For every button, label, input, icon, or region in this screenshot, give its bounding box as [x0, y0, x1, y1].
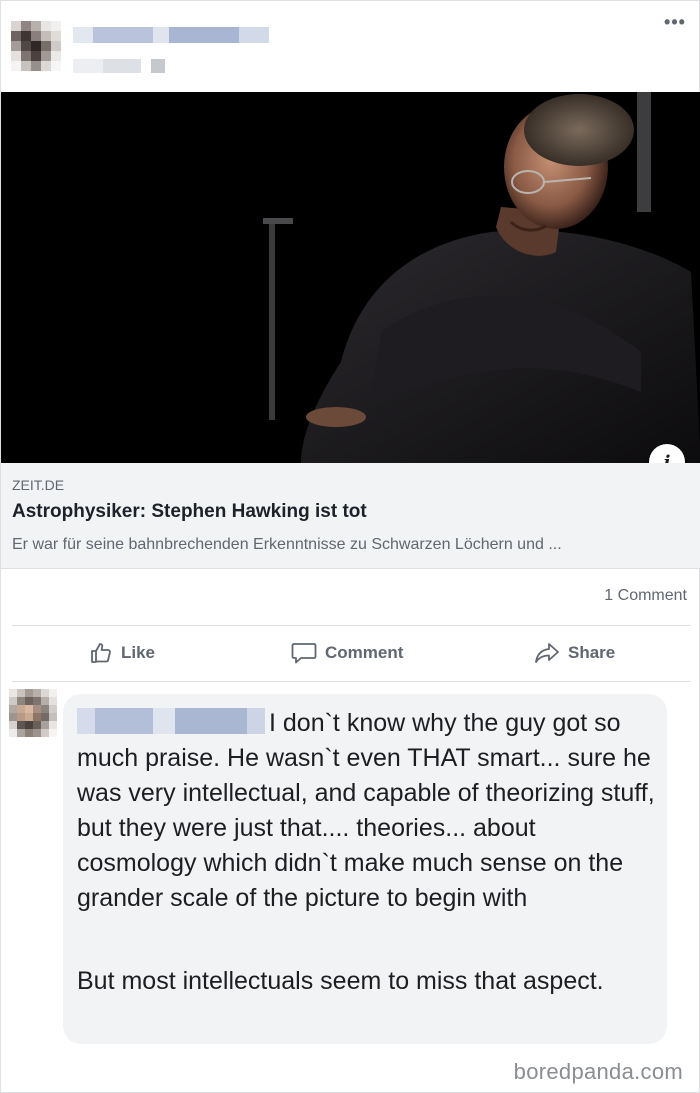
share-arrow-icon [535, 643, 559, 663]
thumbs-up-icon [91, 643, 111, 663]
post-timestamp-pixelated [73, 59, 173, 73]
watermark: boredpanda.com [513, 1059, 683, 1084]
link-preview[interactable]: ZEIT.DE Astrophysiker: Stephen Hawking i… [1, 463, 700, 569]
comment-bubble: I don`t know why the guy got so much pra… [63, 694, 667, 1044]
comment-button[interactable]: Comment [291, 633, 403, 673]
post-header: ••• [1, 1, 700, 91]
post-action-bar: Like Comment Share [1, 633, 700, 673]
like-label: Like [121, 643, 156, 662]
divider [12, 625, 690, 626]
comment-text: I don`t know why the guy got so much pra… [77, 709, 655, 912]
like-button[interactable]: Like [89, 633, 155, 673]
comment-label: Comment [325, 643, 404, 662]
comment-text-second-paragraph: But most intellectuals seem to miss that… [77, 967, 604, 995]
post-link-image[interactable] [1, 92, 700, 463]
commenter-avatar-pixelated[interactable] [9, 689, 57, 739]
divider [12, 681, 690, 682]
speech-bubble-icon [291, 643, 317, 664]
share-label: Share [568, 643, 616, 662]
portrait-photo [1, 92, 700, 463]
author-avatar-pixelated[interactable] [11, 21, 65, 75]
more-options-button[interactable]: ••• [661, 13, 689, 35]
link-domain: ZEIT.DE [12, 477, 65, 493]
author-name-pixelated[interactable] [73, 27, 269, 43]
post-card: ••• i ZEIT.DE Astrophysiker: Stephen Haw… [0, 0, 700, 1093]
link-description: Er war für seine bahnbrechenden Erkenntn… [12, 536, 562, 553]
link-title[interactable]: Astrophysiker: Stephen Hawking ist tot [12, 501, 367, 523]
comment-count-link[interactable]: 1 Comment [604, 587, 687, 605]
share-button[interactable]: Share [534, 633, 615, 673]
